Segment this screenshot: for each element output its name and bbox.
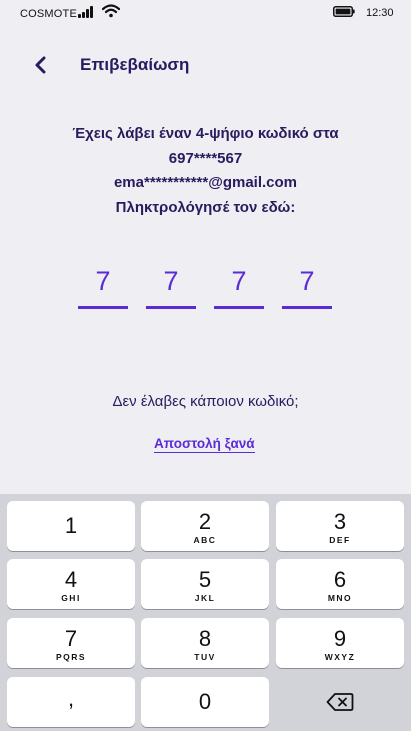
resend-code-link[interactable]: Αποστολή ξανά bbox=[154, 436, 255, 453]
key-0[interactable]: 0 bbox=[141, 677, 269, 727]
code-digit-field[interactable]: 7 bbox=[282, 262, 332, 309]
resend-question: Δεν έλαβες κάποιον κωδικό; bbox=[112, 393, 299, 410]
chevron-left-icon bbox=[35, 56, 46, 74]
key-2[interactable]: 2 ABC bbox=[141, 501, 269, 551]
message-line: Έχεις λάβει έναν 4-ψήφιο κωδικό στα bbox=[72, 125, 339, 142]
masked-phone: 697****567 bbox=[168, 149, 243, 167]
code-digit: 7 bbox=[231, 266, 247, 296]
key-letters: DEF bbox=[329, 535, 351, 545]
numeric-keyboard: 1 2 ABC 3 DEF 4 GHI 5 JKL 6 MNO 7 PQRS 8 bbox=[0, 494, 411, 731]
code-digit-field[interactable]: 7 bbox=[146, 262, 196, 309]
key-5[interactable]: 5 JKL bbox=[141, 559, 269, 609]
key-7[interactable]: 7 PQRS bbox=[7, 618, 135, 668]
key-digit: 5 bbox=[198, 567, 212, 592]
key-digit: 7 bbox=[64, 626, 78, 651]
carrier-name: COSMOTE bbox=[20, 8, 78, 20]
key-letters: ABC bbox=[193, 535, 217, 545]
key-letters: TUV bbox=[194, 652, 216, 662]
code-digit: 7 bbox=[299, 266, 315, 296]
key-comma[interactable]: , bbox=[7, 677, 135, 727]
key-letters: JKL bbox=[194, 593, 216, 603]
key-digit: 4 bbox=[64, 567, 78, 592]
otp-code-input: 7 7 7 7 bbox=[0, 262, 411, 309]
backspace-key[interactable] bbox=[276, 677, 404, 727]
key-digit: 6 bbox=[333, 567, 347, 592]
code-sent-message: Έχεις λάβει έναν 4-ψήφιο κωδικό στα 697*… bbox=[0, 122, 411, 220]
key-letters: MNO bbox=[327, 593, 353, 603]
key-digit: 1 bbox=[64, 513, 78, 538]
key-digit: 3 bbox=[333, 509, 347, 534]
key-digit: 9 bbox=[333, 626, 347, 651]
key-9[interactable]: 9 WXYZ bbox=[276, 618, 404, 668]
key-letters: PQRS bbox=[55, 652, 87, 662]
key-letters: GHI bbox=[61, 593, 81, 603]
clock-time: 12:30 bbox=[366, 7, 394, 19]
page-title: Επιβεβαίωση bbox=[80, 55, 190, 74]
key-6[interactable]: 6 MNO bbox=[276, 559, 404, 609]
status-bar: COSMOTE 12:30 bbox=[0, 0, 411, 26]
key-digit: 0 bbox=[198, 689, 212, 714]
code-digit-field[interactable]: 7 bbox=[78, 262, 128, 309]
key-digit: 8 bbox=[198, 626, 212, 651]
code-digit-field[interactable]: 7 bbox=[214, 262, 264, 309]
signal-icon bbox=[78, 6, 96, 18]
key-digit: 2 bbox=[198, 509, 212, 534]
instruction-text: Πληκτρολόγησέ τον εδώ: bbox=[115, 198, 296, 216]
masked-email: ema***********@gmail.com bbox=[113, 174, 298, 191]
battery-icon bbox=[333, 6, 355, 17]
key-digit: , bbox=[67, 686, 75, 711]
key-8[interactable]: 8 TUV bbox=[141, 618, 269, 668]
key-3[interactable]: 3 DEF bbox=[276, 501, 404, 551]
key-4[interactable]: 4 GHI bbox=[7, 559, 135, 609]
code-digit: 7 bbox=[95, 266, 111, 296]
key-letters: WXYZ bbox=[324, 652, 356, 662]
key-1[interactable]: 1 bbox=[7, 501, 135, 551]
code-digit: 7 bbox=[163, 266, 179, 296]
wifi-icon bbox=[102, 4, 120, 18]
otp-verification-screen: COSMOTE 12:30 Επιβεβαίωση Έχεις λάβει έν… bbox=[0, 0, 411, 731]
backspace-icon bbox=[326, 693, 354, 711]
back-button[interactable] bbox=[28, 52, 54, 78]
